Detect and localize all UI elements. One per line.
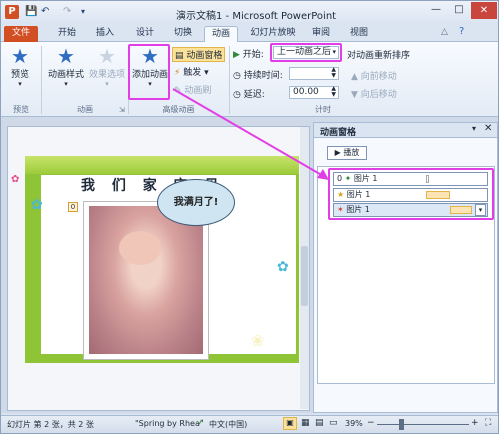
slide-counter: 幻灯片 第 2 张，共 2 张 — [7, 420, 94, 429]
animation-pane-icon: ▤ — [175, 51, 184, 61]
start-row: ▶ 开始: — [233, 50, 264, 60]
chevron-down-icon[interactable]: ▾ — [472, 124, 476, 133]
proofing-icon[interactable]: ✓ — [197, 418, 205, 428]
chevron-down-icon: ▾ — [18, 80, 22, 88]
baby-photo[interactable] — [89, 206, 203, 354]
preview-button[interactable]: ★ 预览 ▾ — [5, 45, 35, 88]
group-label-preview: 预览 — [13, 105, 29, 114]
quick-access-dropdown-icon[interactable]: ▾ — [81, 7, 85, 16]
tab-design[interactable]: 设计 — [131, 26, 159, 42]
help-icon[interactable]: ? — [459, 26, 464, 37]
animation-tag: 0 — [68, 202, 78, 212]
tab-file[interactable]: 文件 — [4, 26, 38, 42]
daisy-decoration-icon: ❀ — [251, 331, 265, 350]
animation-star-icon: ★ — [57, 44, 75, 68]
group-label-animation: 动画 — [77, 105, 93, 114]
duration-input[interactable]: ▲ ▼ — [289, 67, 339, 80]
normal-view-icon[interactable]: ▣ — [283, 417, 297, 430]
ribbon-tabs: 文件 开始 插入 设计 切换 动画 幻灯片放映 审阅 视图 △ ? — [1, 24, 498, 42]
language-indicator: 中文(中国) — [209, 420, 248, 429]
arrow-down-icon: ▼ — [351, 90, 358, 100]
chevron-down-icon: ▾ — [105, 80, 109, 88]
zoom-slider[interactable] — [377, 424, 469, 425]
baby-face — [119, 231, 161, 265]
arrow-line — [172, 88, 326, 178]
effect-options-label: 效果选项 — [88, 70, 125, 80]
theme-name: "Spring by Rhea" — [135, 419, 204, 428]
flower-icon: ✿ — [31, 197, 43, 213]
status-bar: 幻灯片 第 2 张，共 2 张 "Spring by Rhea" ✓ 中文(中国… — [1, 415, 498, 433]
preview-label: 预览 — [10, 70, 29, 80]
maximize-button[interactable]: □ — [449, 4, 469, 15]
trigger-button[interactable]: ⚡ 触发 ▾ — [174, 65, 209, 78]
title-bar: P 💾 ↶ ↷ ▾ 演示文稿1 - Microsoft PowerPoint —… — [1, 1, 498, 24]
lightning-icon: ⚡ — [174, 68, 181, 78]
zoom-level[interactable]: 39% — [345, 419, 363, 428]
animation-pane-button[interactable]: ▤ 动画窗格 — [172, 47, 226, 62]
tab-slideshow[interactable]: 幻灯片放映 — [245, 26, 301, 42]
clock-icon: ◷ — [233, 71, 241, 81]
reorder-label: 对动画重新排序 — [347, 51, 411, 61]
start-select-highlight — [270, 43, 342, 62]
chevron-down-icon: ▾ — [204, 68, 209, 78]
chevron-down-icon: ▾ — [64, 80, 68, 88]
tab-insert[interactable]: 插入 — [91, 26, 119, 42]
flower-icon: ✿ — [11, 174, 20, 185]
scrollbar-thumb[interactable] — [301, 246, 308, 306]
zoom-in-icon[interactable]: + — [471, 418, 479, 428]
start-arrow-icon: ▶ — [233, 50, 240, 60]
dialog-launcher-icon[interactable]: ⇲ — [119, 106, 125, 114]
tab-view[interactable]: 视图 — [345, 26, 373, 42]
animation-styles-label: 动画样式 — [47, 70, 84, 80]
fit-to-window-icon[interactable]: ⛶ — [485, 418, 491, 428]
duration-row: ◷ 持续时间: — [233, 71, 283, 81]
window-title: 演示文稿1 - Microsoft PowerPoint — [176, 11, 337, 22]
minimize-button[interactable]: — — [425, 4, 447, 15]
effect-star-icon: ★ — [98, 44, 116, 68]
animation-styles-button[interactable]: ★ 动画样式 ▾ — [45, 45, 87, 88]
animation-list-highlight — [328, 168, 494, 220]
annotation-arrow — [172, 88, 329, 180]
powerpoint-window: P 💾 ↶ ↷ ▾ 演示文稿1 - Microsoft PowerPoint —… — [0, 0, 499, 434]
tab-review[interactable]: 审阅 — [307, 26, 335, 42]
close-icon[interactable]: ✕ — [484, 123, 492, 134]
slideshow-icon[interactable]: ▭ — [329, 418, 338, 428]
divider — [41, 46, 42, 114]
animation-pane-header: 动画窗格 ▾ ✕ — [314, 123, 497, 138]
slide-sorter-icon[interactable]: ▦ — [301, 418, 310, 428]
move-earlier-button[interactable]: ▲ 向前移动 — [351, 69, 397, 82]
tab-home[interactable]: 开始 — [53, 26, 81, 42]
redo-icon[interactable]: ↷ — [63, 6, 71, 17]
reading-view-icon[interactable]: ▤ — [315, 418, 324, 428]
undo-icon[interactable]: ↶ — [41, 6, 49, 17]
zoom-slider-thumb[interactable] — [399, 419, 404, 430]
effect-options-button[interactable]: ★ 效果选项 ▾ — [87, 45, 127, 88]
powerpoint-logo: P — [5, 5, 19, 19]
preview-star-icon: ★ — [11, 44, 29, 68]
close-button[interactable]: ✕ — [471, 2, 497, 19]
zoom-out-icon[interactable]: − — [367, 418, 375, 428]
spinner-icon: ▲ ▼ — [331, 66, 336, 79]
arrow-up-icon: ▲ — [351, 72, 358, 82]
ribbon-collapse-icon[interactable]: △ — [441, 27, 448, 37]
tab-transitions[interactable]: 切换 — [169, 26, 197, 42]
save-icon[interactable]: 💾 — [25, 6, 37, 17]
flower-icon: ✿ — [277, 259, 289, 275]
tab-animations[interactable]: 动画 — [204, 26, 238, 42]
move-later-button[interactable]: ▼ 向后移动 — [351, 87, 397, 100]
